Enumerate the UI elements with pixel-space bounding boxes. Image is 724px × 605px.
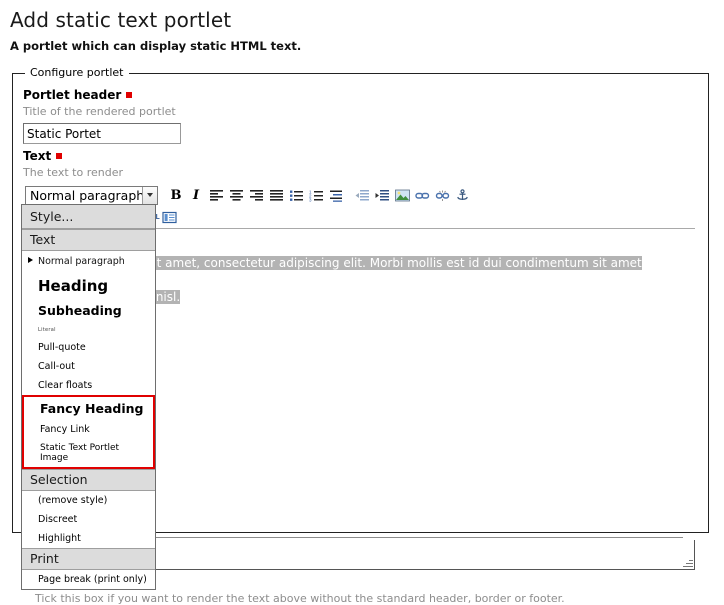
dropdown-group-print: Print (22, 548, 155, 570)
style-select[interactable]: Normal paragraph (25, 185, 158, 205)
definition-list-icon[interactable] (326, 185, 346, 205)
dropdown-item-page-break[interactable]: Page break (print only) (22, 570, 155, 589)
dropdown-item-clear-floats[interactable]: Clear floats (22, 376, 155, 395)
outdent-icon[interactable] (352, 185, 372, 205)
dropdown-item-literal[interactable]: Literal (22, 322, 155, 338)
dropdown-group-selection: Selection (22, 469, 155, 491)
align-justify-icon[interactable] (266, 185, 286, 205)
dropdown-item-fancy-heading[interactable]: Fancy Heading (24, 397, 153, 420)
page-title: Add static text portlet (10, 8, 232, 32)
portlet-header-hint: Title of the rendered portlet (23, 105, 176, 118)
align-left-icon[interactable] (206, 185, 226, 205)
bullet-list-icon[interactable] (286, 185, 306, 205)
dropdown-header[interactable]: Style... (22, 205, 155, 229)
style-dropdown-menu[interactable]: Style... Text Normal paragraph Heading S… (21, 204, 156, 590)
align-center-icon[interactable] (226, 185, 246, 205)
fieldset-legend: Configure portlet (25, 66, 129, 79)
resize-handle[interactable] (681, 556, 693, 568)
text-field-label-text: Text (23, 149, 52, 163)
insert-image-icon[interactable] (392, 185, 412, 205)
anchor-icon[interactable] (452, 185, 472, 205)
portlet-header-label: Portlet header (23, 88, 181, 102)
fullscreen-icon[interactable] (159, 207, 179, 227)
dropdown-item-heading[interactable]: Heading (22, 273, 155, 299)
unlink-icon[interactable] (432, 185, 452, 205)
omit-border-hint: Tick this box if you want to render the … (35, 592, 565, 605)
text-field-label: Text (23, 149, 123, 163)
portlet-header-label-text: Portlet header (23, 88, 122, 102)
dropdown-item-normal-paragraph[interactable]: Normal paragraph (22, 251, 155, 273)
toolbar-row-1: Normal paragraph B I 1 2 3 (25, 184, 695, 206)
dropdown-item-call-out[interactable]: Call-out (22, 357, 155, 376)
svg-text:3: 3 (309, 197, 312, 201)
numbered-list-icon[interactable]: 1 2 3 (306, 185, 326, 205)
text-field-hint: The text to render (23, 166, 123, 179)
bold-icon[interactable]: B (166, 185, 186, 205)
insert-link-icon[interactable] (412, 185, 432, 205)
dropdown-item-remove-style[interactable]: (remove style) (22, 491, 155, 510)
portlet-header-input[interactable] (23, 123, 181, 144)
dropdown-item-static-text-portlet-image[interactable]: Static Text Portlet Image (24, 439, 153, 467)
dropdown-highlighted-group: Fancy Heading Fancy Link Static Text Por… (22, 395, 155, 469)
required-marker-icon (126, 92, 133, 98)
indent-icon[interactable] (372, 185, 392, 205)
chevron-down-icon[interactable] (142, 186, 157, 204)
style-select-value: Normal paragraph (30, 187, 142, 203)
dropdown-group-text: Text (22, 229, 155, 251)
dropdown-item-subheading[interactable]: Subheading (22, 299, 155, 322)
dropdown-item-fancy-link[interactable]: Fancy Link (24, 420, 153, 439)
required-marker-icon-2 (56, 153, 63, 159)
align-right-icon[interactable] (246, 185, 266, 205)
italic-icon[interactable]: I (186, 185, 206, 205)
page-subtitle: A portlet which can display static HTML … (10, 39, 302, 53)
dropdown-item-pull-quote[interactable]: Pull-quote (22, 338, 155, 357)
dropdown-item-discreet[interactable]: Discreet (22, 510, 155, 529)
